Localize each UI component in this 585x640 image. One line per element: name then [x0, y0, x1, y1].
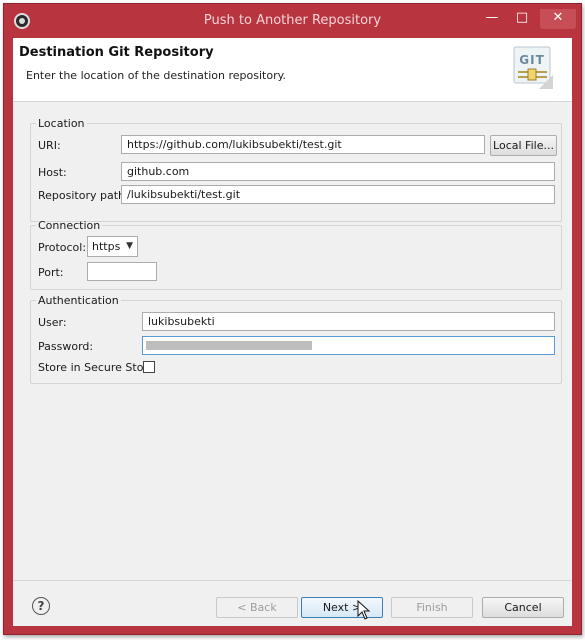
close-button[interactable]: ✕ — [540, 9, 576, 29]
wizard-banner: Destination Git Repository Enter the loc… — [13, 38, 572, 102]
authentication-legend: Authentication — [38, 294, 119, 307]
mouse-cursor-icon — [357, 600, 371, 620]
connection-legend: Connection — [38, 219, 101, 232]
git-logo-icon: GIT — [513, 46, 553, 89]
password-input[interactable] — [142, 336, 555, 355]
secure-store-label: Store in Secure Store — [38, 361, 155, 374]
host-input[interactable]: github.com — [121, 162, 555, 181]
location-legend: Location — [38, 117, 85, 130]
title-bar[interactable]: Push to Another Repository — □ ✕ — [4, 4, 581, 38]
help-icon[interactable]: ? — [32, 597, 50, 615]
secure-store-checkbox[interactable] — [143, 361, 155, 373]
finish-button[interactable]: Finish — [391, 597, 473, 618]
port-input[interactable] — [87, 262, 157, 281]
footer-separator — [13, 580, 572, 581]
dialog-window: Push to Another Repository — □ ✕ Destina… — [3, 3, 582, 635]
protocol-label: Protocol: — [38, 241, 87, 254]
page-title: Destination Git Repository — [19, 45, 214, 60]
back-button[interactable]: < Back — [216, 597, 298, 618]
password-mask — [146, 341, 312, 350]
dialog-content: Destination Git Repository Enter the loc… — [13, 38, 572, 626]
port-label: Port: — [38, 266, 64, 279]
local-file-button[interactable]: Local File... — [490, 135, 557, 156]
page-description: Enter the location of the destination re… — [26, 69, 287, 82]
cancel-button[interactable]: Cancel — [482, 597, 564, 618]
uri-input[interactable]: https://github.com/lukibsubekti/test.git — [121, 135, 485, 154]
git-logo-text: GIT — [519, 53, 545, 67]
user-label: User: — [38, 316, 67, 329]
repository-path-label: Repository path: — [38, 189, 129, 202]
protocol-select[interactable]: https ▼ — [87, 236, 138, 257]
protocol-value: https — [92, 240, 121, 253]
host-label: Host: — [38, 166, 67, 179]
user-input[interactable]: lukibsubekti — [142, 312, 555, 331]
repository-path-input[interactable]: /lukibsubekti/test.git — [121, 185, 555, 204]
maximize-button[interactable]: □ — [507, 9, 537, 29]
password-label: Password: — [38, 340, 94, 353]
minimize-button[interactable]: — — [478, 9, 506, 29]
uri-label: URI: — [38, 139, 61, 152]
chevron-down-icon: ▼ — [126, 241, 133, 251]
